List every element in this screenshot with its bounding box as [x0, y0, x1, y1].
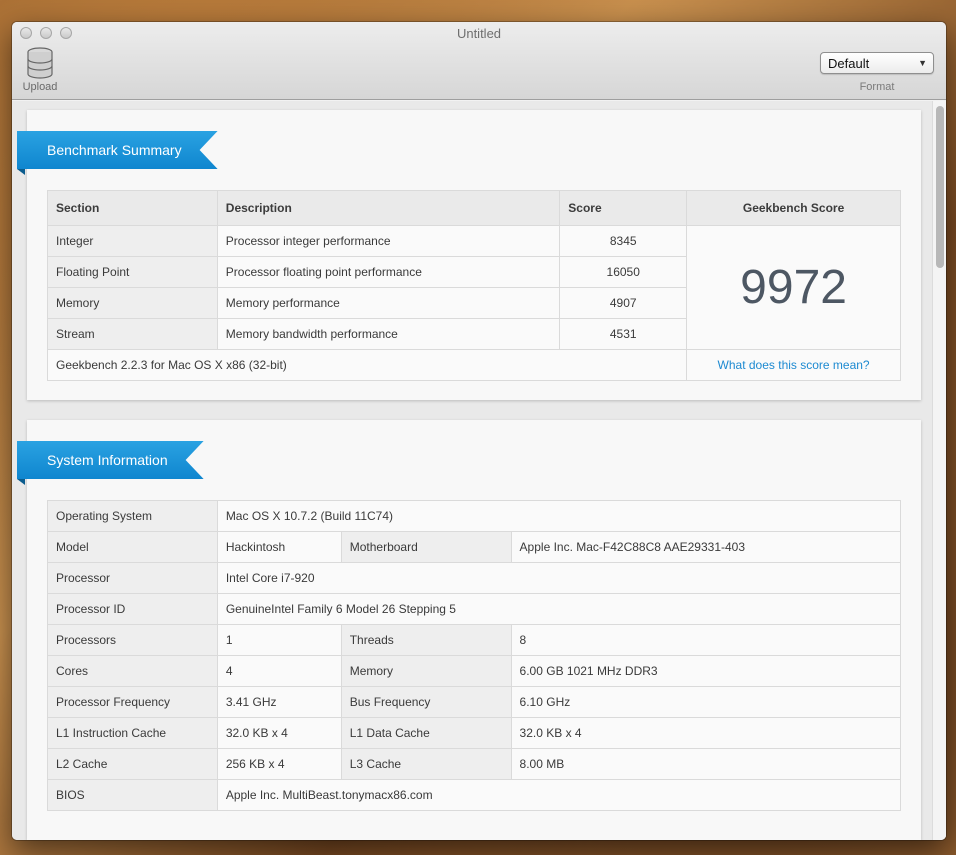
memory-label: Memory — [340, 655, 512, 687]
model-label: Model — [47, 531, 218, 563]
column-header: Description — [216, 190, 561, 226]
table-row: Processor Intel Core i7-920 — [47, 562, 902, 594]
format-select-value: Default — [828, 56, 870, 71]
column-header: Score — [559, 190, 688, 226]
bios-label: BIOS — [47, 779, 218, 811]
l1-data-cache-value: 32.0 KB x 4 — [510, 717, 902, 749]
score-cell: 4907 — [559, 287, 688, 319]
table-row: Processors 1 Threads 8 — [47, 624, 902, 656]
ribbon-fold — [17, 169, 25, 175]
table-row: Processor ID GenuineIntel Family 6 Model… — [47, 593, 902, 625]
table-row: Model Hackintosh Motherboard Apple Inc. … — [47, 531, 902, 563]
description-cell: Processor floating point performance — [216, 256, 561, 288]
section-cell: Floating Point — [47, 256, 218, 288]
table-row: Processor Frequency 3.41 GHz Bus Frequen… — [47, 686, 902, 718]
score-cell: 8345 — [559, 225, 688, 257]
threads-label: Threads — [340, 624, 512, 656]
system-table: Operating System Mac OS X 10.7.2 (Build … — [47, 500, 902, 811]
score-cell: 4531 — [559, 318, 688, 350]
toolbar: Untitled Upload Default ▼ Format — [12, 22, 946, 100]
scrollbar-thumb[interactable] — [936, 106, 944, 268]
cores-value: 4 — [216, 655, 342, 687]
geekbench-score: 9972 — [686, 225, 901, 350]
table-row: Cores 4 Memory 6.00 GB 1021 MHz DDR3 — [47, 655, 902, 687]
processor-frequency-value: 3.41 GHz — [216, 686, 342, 718]
table-row: L1 Instruction Cache 32.0 KB x 4 L1 Data… — [47, 717, 902, 749]
section-cell: Memory — [47, 287, 218, 319]
l2-cache-label: L2 Cache — [47, 748, 218, 780]
column-header: Geekbench Score — [686, 190, 901, 226]
memory-value: 6.00 GB 1021 MHz DDR3 — [510, 655, 902, 687]
description-cell: Memory bandwidth performance — [216, 318, 561, 350]
app-window: Untitled Upload Default ▼ Format Benchma… — [12, 22, 946, 840]
description-cell: Memory performance — [216, 287, 561, 319]
threads-value: 8 — [510, 624, 902, 656]
section-cell: Integer — [47, 225, 218, 257]
score-cell: 16050 — [559, 256, 688, 288]
database-upload-icon — [27, 47, 53, 79]
upload-button[interactable]: Upload — [20, 47, 60, 93]
summary-footer-row: Geekbench 2.2.3 for Mac OS X x86 (32-bit… — [46, 349, 901, 381]
score-meaning-link[interactable]: What does this score mean? — [686, 349, 901, 381]
system-information-heading: System Information — [17, 441, 204, 479]
report-content: Benchmark Summary Section Description Sc… — [12, 101, 946, 840]
model-value: Hackintosh — [216, 531, 342, 563]
l1-data-cache-label: L1 Data Cache — [340, 717, 512, 749]
motherboard-label: Motherboard — [340, 531, 512, 563]
l3-cache-label: L3 Cache — [340, 748, 512, 780]
summary-header-row: Section Description Score Geekbench Scor… — [47, 190, 901, 226]
system-information-panel: System Information Operating System Mac … — [17, 420, 921, 840]
processor-frequency-label: Processor Frequency — [47, 686, 218, 718]
l1-instruction-cache-label: L1 Instruction Cache — [47, 717, 218, 749]
column-header: Section — [47, 190, 218, 226]
bus-frequency-value: 6.10 GHz — [510, 686, 902, 718]
summary-table: Section Description Score Geekbench Scor… — [46, 190, 901, 381]
description-cell: Processor integer performance — [216, 225, 561, 257]
motherboard-value: Apple Inc. Mac-F42C88C8 AAE29331-403 — [510, 531, 902, 563]
os-value: Mac OS X 10.7.2 (Build 11C74) — [216, 500, 902, 532]
processors-value: 1 — [216, 624, 342, 656]
table-row: Operating System Mac OS X 10.7.2 (Build … — [47, 500, 902, 532]
os-label: Operating System — [47, 500, 218, 532]
table-row: L2 Cache 256 KB x 4 L3 Cache 8.00 MB — [47, 748, 902, 780]
cores-label: Cores — [47, 655, 218, 687]
bios-value: Apple Inc. MultiBeast.tonymacx86.com — [216, 779, 902, 811]
processors-label: Processors — [47, 624, 218, 656]
version-cell: Geekbench 2.2.3 for Mac OS X x86 (32-bit… — [46, 349, 688, 381]
window-title: Untitled — [456, 26, 502, 41]
l1-instruction-cache-value: 32.0 KB x 4 — [216, 717, 342, 749]
dropdown-arrow-icon: ▼ — [918, 58, 927, 68]
vertical-scrollbar[interactable] — [932, 101, 946, 840]
processor-value: Intel Core i7-920 — [216, 562, 902, 594]
l3-cache-value: 8.00 MB — [510, 748, 902, 780]
l2-cache-value: 256 KB x 4 — [216, 748, 342, 780]
ribbon-fold — [17, 479, 25, 485]
processor-id-value: GenuineIntel Family 6 Model 26 Stepping … — [216, 593, 902, 625]
table-row: Integer Processor integer performance 83… — [47, 225, 901, 350]
benchmark-summary-panel: Benchmark Summary Section Description Sc… — [17, 110, 921, 400]
upload-label: Upload — [22, 81, 58, 93]
format-label: Format — [859, 81, 895, 93]
bus-frequency-label: Bus Frequency — [340, 686, 512, 718]
table-row: BIOS Apple Inc. MultiBeast.tonymacx86.co… — [47, 779, 902, 811]
processor-label: Processor — [47, 562, 218, 594]
processor-id-label: Processor ID — [47, 593, 218, 625]
format-select[interactable]: Default ▼ — [820, 52, 934, 74]
benchmark-summary-heading: Benchmark Summary — [17, 131, 218, 169]
section-cell: Stream — [47, 318, 218, 350]
